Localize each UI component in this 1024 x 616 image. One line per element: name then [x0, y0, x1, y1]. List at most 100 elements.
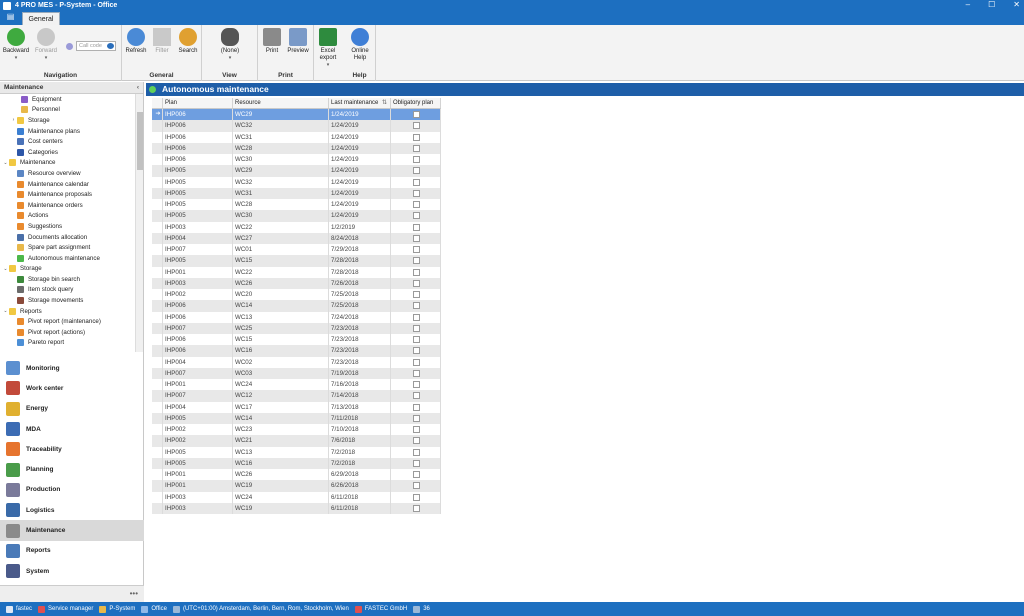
app-menu-button[interactable]: ▤: [2, 12, 19, 24]
tree-item[interactable]: Pareto report: [0, 338, 135, 349]
cell-last-maintenance[interactable]: 1/24/2019: [329, 165, 391, 177]
cell-resource[interactable]: WC26: [233, 277, 329, 289]
cell-resource[interactable]: WC28: [233, 142, 329, 154]
cell-resource[interactable]: WC29: [233, 165, 329, 177]
cell-resource[interactable]: WC30: [233, 210, 329, 222]
cell-resource[interactable]: WC03: [233, 367, 329, 379]
obligatory-plan-checkbox[interactable]: [413, 302, 420, 310]
cell-resource[interactable]: WC20: [233, 289, 329, 301]
cell-resource[interactable]: WC30: [233, 154, 329, 166]
cell-plan[interactable]: IHP001: [163, 469, 233, 481]
obligatory-plan-checkbox[interactable]: [413, 504, 420, 512]
cell-plan[interactable]: IHP005: [163, 457, 233, 469]
cell-resource[interactable]: WC21: [233, 435, 329, 447]
cell-last-maintenance[interactable]: 7/2/2018: [329, 457, 391, 469]
table-row[interactable]: IHP003 WC26 7/26/2018: [152, 277, 441, 289]
collapse-pane-icon[interactable]: ‹: [137, 82, 139, 94]
tree-scrollbar[interactable]: [135, 94, 143, 352]
cell-plan[interactable]: IHP002: [163, 289, 233, 301]
tree-item[interactable]: Storage bin search: [0, 274, 135, 285]
cell-resource[interactable]: WC12: [233, 390, 329, 402]
table-row[interactable]: IHP001 WC19 6/26/2018: [152, 480, 441, 492]
obligatory-plan-checkbox[interactable]: [413, 246, 420, 253]
cell-last-maintenance[interactable]: 1/24/2019: [329, 187, 391, 199]
obligatory-plan-checkbox[interactable]: [413, 279, 420, 287]
search-button[interactable]: Search: [174, 28, 202, 55]
module-button-planning[interactable]: Planning: [0, 459, 144, 479]
module-button-energy[interactable]: Energy: [0, 399, 144, 419]
cell-plan[interactable]: IHP006: [163, 311, 233, 323]
cell-resource[interactable]: WC25: [233, 322, 329, 334]
cell-plan[interactable]: IHP001: [163, 480, 233, 492]
cell-plan[interactable]: IHP007: [163, 244, 233, 256]
cell-last-maintenance[interactable]: 1/24/2019: [329, 154, 391, 166]
obligatory-plan-checkbox[interactable]: [413, 358, 420, 366]
cell-resource[interactable]: WC28: [233, 199, 329, 211]
cell-plan[interactable]: IHP005: [163, 176, 233, 188]
cell-resource[interactable]: WC32: [233, 120, 329, 132]
forward-button[interactable]: Forward ▾: [32, 28, 60, 62]
excel-export-button[interactable]: Excel export ▾: [314, 28, 342, 69]
column-header-plan[interactable]: Plan: [163, 98, 233, 108]
obligatory-plan-checkbox[interactable]: [413, 482, 420, 490]
cell-plan[interactable]: IHP006: [163, 300, 233, 312]
cell-plan[interactable]: IHP005: [163, 255, 233, 267]
cell-last-maintenance[interactable]: 7/23/2018: [329, 345, 391, 357]
cell-resource[interactable]: WC19: [233, 502, 329, 514]
tree-item[interactable]: Maintenance plans: [0, 126, 135, 137]
cell-last-maintenance[interactable]: 7/23/2018: [329, 356, 391, 368]
table-row[interactable]: IHP007 WC03 7/19/2018: [152, 367, 441, 379]
view-select-button[interactable]: (None) ▾: [216, 28, 244, 62]
cell-resource[interactable]: WC29: [233, 109, 329, 121]
cell-last-maintenance[interactable]: 6/11/2018: [329, 491, 391, 503]
cell-plan[interactable]: IHP002: [163, 424, 233, 436]
cell-resource[interactable]: WC31: [233, 187, 329, 199]
online-help-button[interactable]: Online Help: [346, 28, 374, 62]
preview-button[interactable]: Preview: [284, 28, 312, 55]
table-row[interactable]: IHP002 WC20 7/25/2018: [152, 289, 441, 301]
cell-last-maintenance[interactable]: 6/11/2018: [329, 502, 391, 514]
obligatory-plan-checkbox[interactable]: [413, 111, 420, 118]
cell-plan[interactable]: IHP003: [163, 502, 233, 514]
cell-last-maintenance[interactable]: 7/11/2018: [329, 412, 391, 424]
maximize-button[interactable]: ☐: [988, 0, 995, 9]
obligatory-plan-checkbox[interactable]: [413, 234, 420, 242]
tree-item[interactable]: Autonomous maintenance: [0, 253, 135, 264]
cell-plan[interactable]: IHP005: [163, 199, 233, 211]
cell-plan[interactable]: IHP002: [163, 435, 233, 447]
obligatory-plan-checkbox[interactable]: [413, 122, 420, 130]
tree-item[interactable]: Maintenance orders: [0, 200, 135, 211]
module-button-monitoring[interactable]: Monitoring: [0, 358, 144, 378]
cell-plan[interactable]: IHP003: [163, 221, 233, 233]
cell-plan[interactable]: IHP005: [163, 210, 233, 222]
cell-last-maintenance[interactable]: 1/24/2019: [329, 142, 391, 154]
obligatory-plan-checkbox[interactable]: [413, 392, 420, 400]
tree-item[interactable]: Suggestions: [0, 221, 135, 232]
cell-plan[interactable]: IHP007: [163, 390, 233, 402]
tree-item[interactable]: Documents allocation: [0, 232, 135, 243]
table-row[interactable]: IHP001 WC26 6/29/2018: [152, 469, 441, 481]
obligatory-plan-checkbox[interactable]: [413, 133, 420, 141]
obligatory-plan-checkbox[interactable]: [413, 144, 420, 152]
cell-plan[interactable]: IHP006: [163, 109, 233, 121]
cell-last-maintenance[interactable]: 1/24/2019: [329, 131, 391, 143]
table-row[interactable]: IHP002 WC21 7/6/2018: [152, 435, 441, 447]
cell-last-maintenance[interactable]: 7/6/2018: [329, 435, 391, 447]
obligatory-plan-checkbox[interactable]: [413, 291, 420, 298]
module-button-work-center[interactable]: Work center: [0, 378, 144, 398]
table-row[interactable]: IHP004 WC27 8/24/2018: [152, 232, 441, 244]
cell-plan[interactable]: IHP007: [163, 322, 233, 334]
cell-last-maintenance[interactable]: 7/2/2018: [329, 446, 391, 458]
table-row[interactable]: IHP005 WC30 1/24/2019: [152, 210, 441, 222]
tree-item[interactable]: Storage movements: [0, 295, 135, 306]
cell-plan[interactable]: IHP006: [163, 345, 233, 357]
obligatory-plan-checkbox[interactable]: [413, 268, 420, 276]
tree-item[interactable]: Pivot report (maintenance): [0, 316, 135, 327]
table-row[interactable]: IHP005 WC14 7/11/2018: [152, 412, 441, 424]
cell-last-maintenance[interactable]: 7/28/2018: [329, 266, 391, 278]
cell-last-maintenance[interactable]: 7/13/2018: [329, 401, 391, 413]
table-row[interactable]: IHP006 WC13 7/24/2018: [152, 311, 441, 323]
obligatory-plan-checkbox[interactable]: [413, 426, 420, 433]
tree-scrollbar-thumb[interactable]: [137, 112, 143, 170]
call-code-input[interactable]: Call code: [76, 41, 116, 51]
